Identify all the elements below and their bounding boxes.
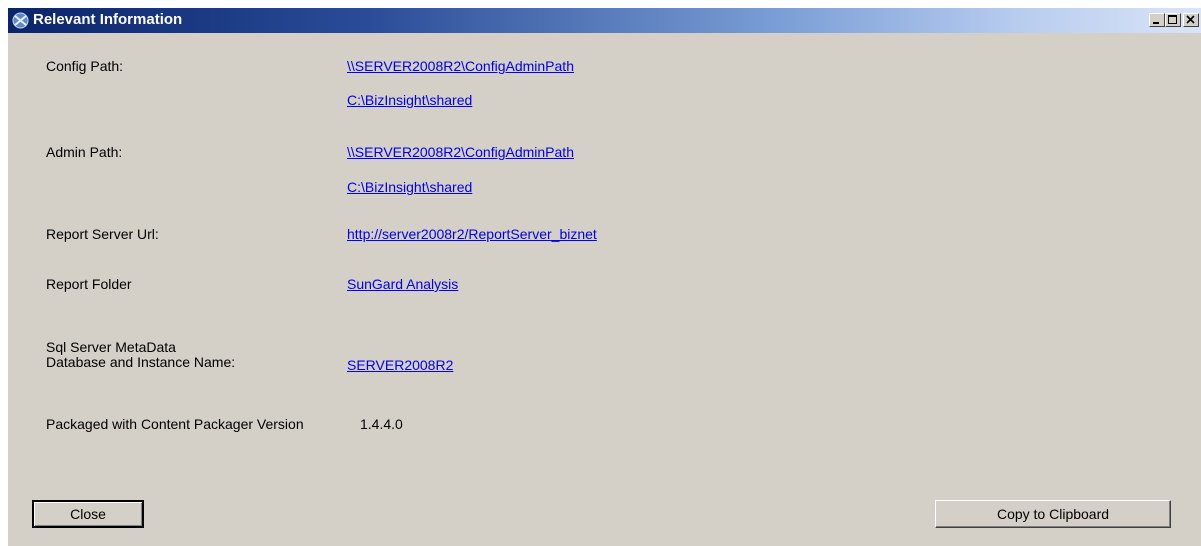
packaged-version-value: 1.4.4.0 [360,416,403,432]
admin-path-link-unc[interactable]: \\SERVER2008R2\ConfigAdminPath [347,144,574,160]
maximize-icon [1168,15,1177,24]
copy-button-label: Copy to Clipboard [996,506,1110,522]
maximize-button[interactable] [1165,13,1181,27]
close-button[interactable]: Close [32,500,144,528]
admin-path-label: Admin Path: [46,144,123,160]
window-title: Relevant Information [33,11,183,28]
sql-metadata-label-line1: Sql Server MetaData [46,339,176,355]
report-folder-link[interactable]: SunGard Analysis [347,276,458,292]
sql-metadata-label-line2: Database and Instance Name: [46,354,236,370]
close-window-button[interactable] [1183,13,1199,27]
config-path-link-local[interactable]: C:\BizInsight\shared [347,92,472,108]
title-bar[interactable]: Relevant Information [8,8,1201,33]
relevant-information-window: Relevant Information Config Path: \\SERV… [8,8,1201,546]
report-server-url-link[interactable]: http://server2008r2/ReportServer_biznet [347,226,597,242]
config-path-label: Config Path: [46,58,124,74]
close-button-label: Close [70,506,106,522]
report-folder-label: Report Folder [46,276,132,292]
close-icon [1186,15,1195,24]
sql-instance-link[interactable]: SERVER2008R2 [347,357,453,373]
minimize-button[interactable] [1149,13,1165,27]
app-icon [12,12,29,29]
minimize-icon [1153,22,1159,24]
report-server-url-label: Report Server Url: [46,226,159,242]
admin-path-link-local[interactable]: C:\BizInsight\shared [347,179,472,195]
config-path-link-unc[interactable]: \\SERVER2008R2\ConfigAdminPath [347,58,574,74]
copy-to-clipboard-button[interactable]: Copy to Clipboard [935,500,1171,528]
packaged-version-label: Packaged with Content Packager Version [46,416,304,432]
